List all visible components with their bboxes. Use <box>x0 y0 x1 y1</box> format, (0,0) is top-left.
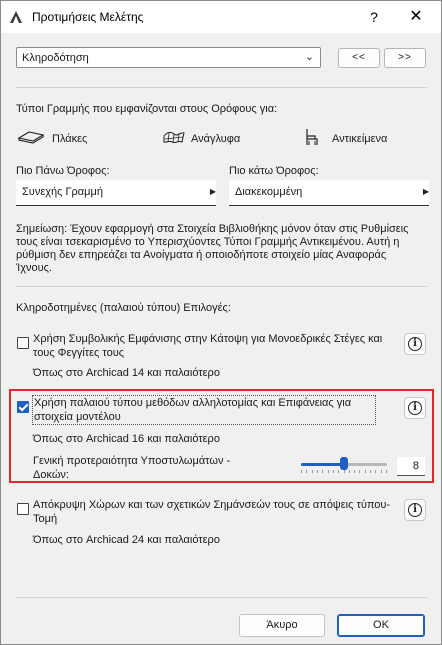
slider-tick <box>327 470 329 473</box>
above-floor-line-type-picker[interactable]: Συνεχής Γραμμή ▶ <box>16 180 216 206</box>
divider <box>16 286 427 287</box>
preset-dropdown[interactable]: Κληροδότηση ⌄ <box>16 47 321 68</box>
slider-tick <box>332 470 334 473</box>
slider-tick <box>354 470 356 473</box>
library-note: Σημείωση: Έχουν εφαρμογή στα Στοιχεία Βι… <box>16 223 409 274</box>
hide-zones-checkbox[interactable] <box>17 503 29 515</box>
caret-right-icon: ▶ <box>209 187 216 196</box>
legacy-options-heading: Κληροδοτημένες (παλαιού τύπου) Επιλογές: <box>16 302 231 314</box>
objects-label: Αντικείμενα <box>332 133 388 145</box>
archicad-app-icon <box>10 11 22 23</box>
slider-tick <box>370 470 372 473</box>
priority-slider-ticks <box>301 470 387 474</box>
cancel-button[interactable]: Άκυρο <box>239 614 325 637</box>
slider-tick <box>306 470 308 473</box>
slider-tick <box>322 470 324 473</box>
slider-tick <box>316 470 318 473</box>
above-floor-line-type-value: Συνεχής Γραμμή <box>22 186 103 198</box>
slider-tick <box>359 470 361 473</box>
object-chair-icon <box>306 129 318 145</box>
preferences-dialog: Προτιμήσεις Μελέτης ? ✕ Κληροδότηση ⌄ <<… <box>0 0 442 645</box>
divider <box>16 597 427 598</box>
info-icon: i <box>408 503 422 517</box>
slab-icon <box>17 131 45 144</box>
priority-value-field[interactable]: 8 <box>397 457 425 476</box>
title-bar: Προτιμήσεις Μελέτης ? ✕ <box>1 1 441 33</box>
mesh-icon <box>163 131 185 144</box>
next-preset-button[interactable]: >> <box>384 48 426 68</box>
legacy-intersection-checkbox[interactable] <box>17 401 29 413</box>
window-title: Προτιμήσεις Μελέτης <box>32 10 144 24</box>
symbolic-roof-display-label: Χρήση Συμβολικής Εμφάνισης στην Κάτοψη γ… <box>33 333 383 359</box>
line-types-heading: Τύποι Γραμμής που εμφανίζονται στους Ορό… <box>16 103 278 115</box>
slabs-label: Πλάκες <box>52 133 88 145</box>
slider-tick <box>343 470 345 473</box>
slider-tick <box>364 470 366 473</box>
preset-selected-value: Κληροδότηση <box>22 52 89 64</box>
previous-preset-button[interactable]: << <box>338 48 380 68</box>
caret-right-icon: ▶ <box>422 187 429 196</box>
hide-zones-note: Όπως στο Archicad 24 και παλαιότερο <box>33 534 220 546</box>
slider-tick <box>380 470 382 473</box>
above-floor-label: Πιο Πάνω Όροφος: <box>16 165 110 177</box>
info-icon: i <box>408 401 422 415</box>
below-floor-label: Πιο κάτω Όροφος: <box>229 165 319 177</box>
info-button[interactable]: i <box>404 333 426 355</box>
slider-tick <box>311 470 313 473</box>
meshes-label: Ανάγλυφα <box>191 133 241 145</box>
info-button[interactable]: i <box>404 397 426 419</box>
help-button[interactable]: ? <box>363 7 385 27</box>
slider-tick <box>301 470 302 473</box>
column-beam-priority-label: Γενική προτεραιότητα Υποστυλωμάτων - Δοκ… <box>33 455 231 481</box>
info-button[interactable]: i <box>404 499 426 521</box>
symbolic-roof-display-note: Όπως στο Archicad 14 και παλαιότερο <box>33 367 220 379</box>
slider-tick <box>375 470 377 473</box>
close-button[interactable]: ✕ <box>405 7 427 27</box>
priority-slider-thumb[interactable] <box>340 457 348 470</box>
legacy-intersection-note: Όπως στο Archicad 16 και παλαιότερο <box>33 433 220 445</box>
symbolic-roof-display-checkbox[interactable] <box>17 337 29 349</box>
ok-button[interactable]: ΟΚ <box>337 614 425 637</box>
below-floor-line-type-picker[interactable]: Διακεκομμένη ▶ <box>229 180 429 206</box>
legacy-intersection-label: Χρήση παλαιού τύπου μεθόδων αλληλοτομίας… <box>32 395 376 425</box>
slider-tick <box>338 470 340 473</box>
info-icon: i <box>408 337 422 351</box>
divider <box>16 87 427 88</box>
slider-tick <box>348 470 350 473</box>
chevron-down-icon: ⌄ <box>304 51 314 63</box>
hide-zones-label: Απόκρυψη Χώρων και των σχετικών Σημάνσεώ… <box>33 499 391 525</box>
priority-slider-fill <box>301 463 344 466</box>
below-floor-line-type-value: Διακεκομμένη <box>235 186 303 198</box>
slider-tick <box>386 470 387 473</box>
